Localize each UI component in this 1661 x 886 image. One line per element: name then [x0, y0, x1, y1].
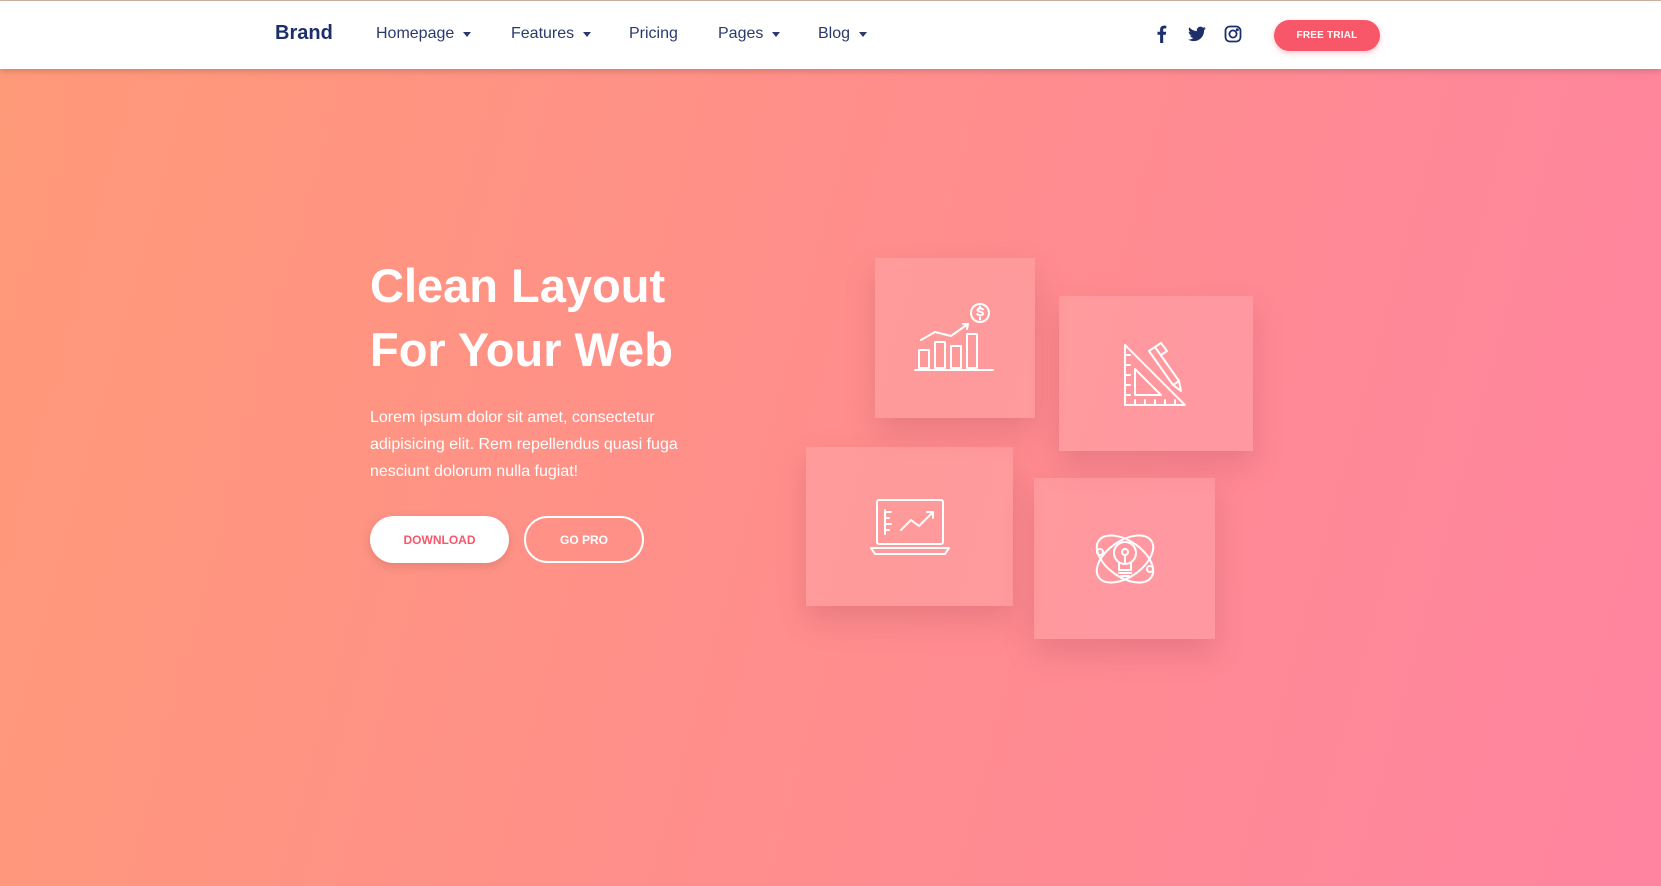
brand-logo[interactable]: Brand [275, 22, 333, 45]
feature-card-growth [875, 258, 1035, 418]
idea-bulb-atom-icon [1095, 533, 1154, 584]
twitter-icon[interactable] [1186, 23, 1208, 45]
free-trial-button[interactable]: FREE TRIAL [1274, 20, 1380, 51]
navbar: Brand Homepage Features Pricing Pages Bl… [0, 1, 1661, 69]
hero-section: Clean Layout For Your Web Lorem ipsum do… [0, 0, 1661, 886]
feature-card-design [1059, 296, 1253, 451]
chevron-down-icon [772, 32, 781, 37]
nav-item-label: Pages [718, 25, 764, 42]
nav-item-features[interactable]: Features [511, 25, 592, 43]
feature-card-analytics [806, 447, 1013, 606]
nav-item-pricing[interactable]: Pricing [629, 25, 678, 43]
ruler-pencil-icon [1124, 341, 1186, 406]
hero-title-line-1: Clean Layout [370, 259, 666, 312]
hero-title-line-2: For Your Web [370, 323, 673, 376]
growth-chart-dollar-icon [914, 303, 994, 371]
go-pro-button[interactable]: GO PRO [524, 516, 644, 563]
nav-item-label: Homepage [376, 25, 455, 42]
nav-item-homepage[interactable]: Homepage [376, 25, 472, 43]
hero-description: Lorem ipsum dolor sit amet, consectetur … [370, 409, 678, 480]
nav-item-pages[interactable]: Pages [718, 25, 781, 43]
chevron-down-icon [583, 32, 592, 37]
nav-item-blog[interactable]: Blog [818, 25, 868, 43]
chevron-down-icon [463, 32, 472, 37]
download-button[interactable]: DOWNLOAD [370, 516, 509, 563]
nav-item-label: Pricing [629, 25, 678, 42]
feature-card-idea [1034, 478, 1215, 639]
nav-item-label: Blog [818, 25, 851, 42]
hero-title: Clean Layout For Your Web [370, 254, 673, 382]
instagram-icon[interactable] [1222, 23, 1244, 45]
laptop-analytics-icon [869, 498, 950, 555]
nav-item-label: Features [511, 25, 575, 42]
facebook-icon[interactable] [1151, 23, 1173, 45]
chevron-down-icon [859, 32, 868, 37]
